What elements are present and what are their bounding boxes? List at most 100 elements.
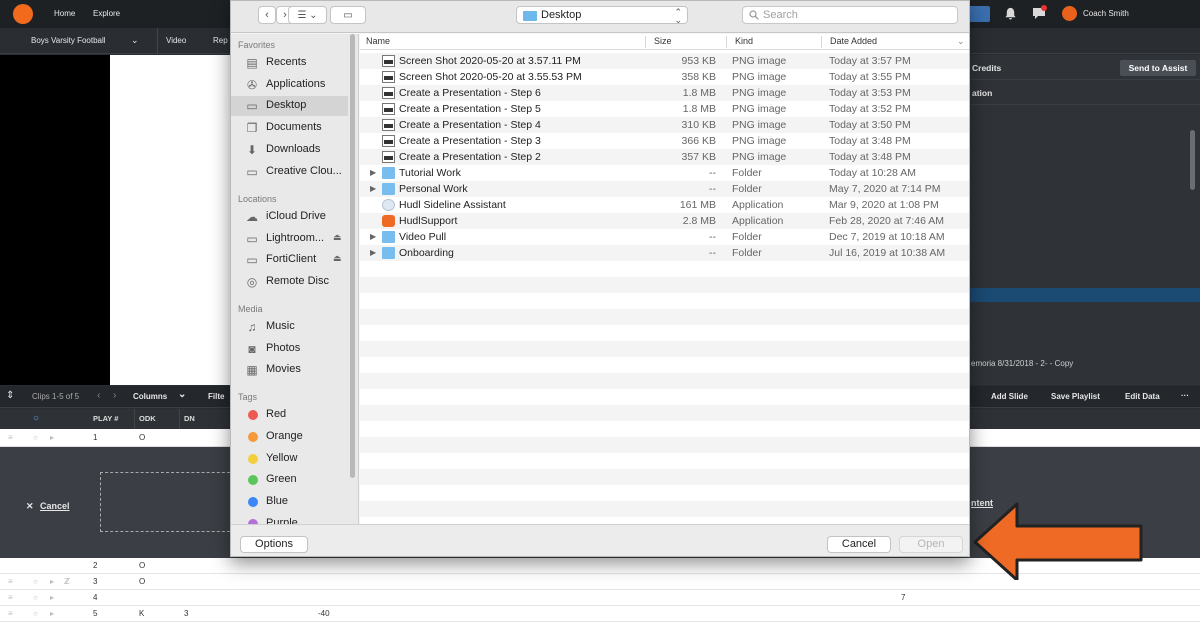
column-kind[interactable]: Kind <box>735 36 753 46</box>
sidebar-item-forticlient[interactable]: ▭ FortiClient ⏏ <box>231 250 348 270</box>
new-folder-button[interactable]: ▭ <box>330 6 366 24</box>
sidebar-tag-green[interactable]: Green <box>231 470 348 490</box>
sidebar-item-icloud[interactable]: ☁ iCloud Drive <box>231 207 348 227</box>
drag-handle-icon[interactable]: ≡ <box>8 606 13 622</box>
chevron-down-icon[interactable]: ⌄ <box>957 36 965 47</box>
tab-video[interactable]: Video <box>166 36 186 46</box>
tab-reports[interactable]: Rep <box>213 36 228 46</box>
sidebar-item-downloads[interactable]: ⬇ Downloads <box>231 140 348 160</box>
hudl-logo-icon[interactable] <box>13 4 33 24</box>
drag-handle-icon[interactable]: ≡ <box>8 590 13 606</box>
sidebar-item-desktop[interactable]: ▭ Desktop <box>231 96 348 116</box>
file-row[interactable]: Hudl Sideline Assistant 161 MB Application… <box>360 197 969 213</box>
file-row[interactable]: Create a Presentation - Step 5 1.8 MB PNG … <box>360 101 969 117</box>
drag-handle-icon[interactable]: ≡ <box>8 574 13 590</box>
add-slide-button[interactable]: Add Slide <box>991 392 1028 402</box>
file-row[interactable]: HudlSupport 2.8 MB Application Feb 28, 2020… <box>360 213 969 229</box>
nav-explore-link[interactable]: Explore <box>93 9 120 19</box>
options-button[interactable]: Options <box>240 536 308 553</box>
disclosure-triangle-icon[interactable]: ▶ <box>370 232 376 241</box>
column-date-added[interactable]: Date Added <box>830 36 877 46</box>
scrollbar[interactable] <box>350 34 355 478</box>
next-icon[interactable]: › <box>113 391 116 401</box>
play-icon[interactable]: ▸ <box>50 606 54 622</box>
disclosure-triangle-icon[interactable]: ▶ <box>370 248 376 257</box>
play-icon[interactable]: ▸ <box>50 574 54 590</box>
sidebar-item-movies[interactable]: ▦ Movies <box>231 360 348 380</box>
sidebar-item-remote-disc[interactable]: ◎ Remote Disc <box>231 272 348 292</box>
row-select-icon[interactable]: ○ <box>33 430 38 446</box>
columns-button[interactable]: Columns <box>133 392 167 402</box>
sidebar-tag-blue[interactable]: Blue <box>231 492 348 512</box>
file-date-added: Today at 3:55 PM <box>829 71 911 83</box>
row-select-icon[interactable]: ○ <box>33 590 38 606</box>
sidebar-tag-yellow[interactable]: Yellow <box>231 449 348 469</box>
back-button[interactable]: ‹ <box>258 6 276 24</box>
prev-icon[interactable]: ‹ <box>97 391 100 401</box>
column-size[interactable]: Size <box>654 36 672 46</box>
row-select-icon[interactable]: ○ <box>33 574 38 590</box>
play-icon[interactable]: ▸ <box>50 590 54 606</box>
row-select-icon[interactable]: ○ <box>33 606 38 622</box>
file-row[interactable]: ▶ Tutorial Work -- Folder Today at 10:28 AM <box>360 165 969 181</box>
file-row[interactable]: ▶ Personal Work -- Folder May 7, 2020 at 7:1… <box>360 181 969 197</box>
file-row[interactable]: Create a Presentation - Step 6 1.8 MB PNG … <box>360 85 969 101</box>
chevron-down-icon[interactable]: ⌄ <box>131 35 139 45</box>
location-select[interactable]: Desktop ⌃ ⌄ <box>516 6 688 25</box>
file-row[interactable]: Screen Shot 2020-05-20 at 3.57.11 PM 953 … <box>360 53 969 69</box>
search-input[interactable]: Search <box>742 6 958 24</box>
column-dn[interactable]: DN <box>184 409 195 429</box>
select-all-icon[interactable]: ○ <box>33 409 39 429</box>
column-name[interactable]: Name <box>366 36 390 46</box>
disclosure-triangle-icon[interactable]: ▶ <box>370 184 376 193</box>
close-icon[interactable]: ✕ <box>26 501 34 511</box>
send-to-assist-button[interactable]: Send to Assist <box>1120 60 1196 76</box>
team-selector[interactable]: Boys Varsity Football <box>31 36 106 46</box>
sidebar-tag-orange[interactable]: Orange <box>231 427 348 447</box>
sidebar-item-lightroom[interactable]: ▭ Lightroom... ⏏ <box>231 229 348 249</box>
drag-handle-icon[interactable]: ≡ <box>8 430 13 446</box>
sidebar-item-recents[interactable]: ▤ Recents <box>231 53 348 73</box>
filter-button[interactable]: Filte <box>208 392 224 402</box>
column-odk[interactable]: ODK <box>139 409 156 429</box>
view-mode-button[interactable]: ☰ ⌄ <box>288 6 327 24</box>
selected-clip-row[interactable] <box>970 288 1200 302</box>
file-row[interactable]: ▶ Onboarding -- Folder Jul 16, 2019 at 10:38… <box>360 245 969 261</box>
cancel-button[interactable]: Cancel <box>827 536 891 553</box>
disclosure-triangle-icon[interactable]: ▶ <box>370 168 376 177</box>
table-row[interactable]: ≡ ○ ▸ 5 K 3 -40 <box>0 606 1200 622</box>
sidebar-tag-red[interactable]: Red <box>231 405 348 425</box>
eject-icon[interactable]: ⏏ <box>333 253 342 264</box>
sidebar-item-applications[interactable]: ✇ Applications <box>231 75 348 95</box>
nav-home-link[interactable]: Home <box>54 9 75 19</box>
avatar[interactable] <box>1062 6 1077 21</box>
open-button[interactable]: Open <box>899 536 963 553</box>
edit-data-button[interactable]: Edit Data <box>1125 392 1160 402</box>
chevron-down-icon[interactable]: ⌄ <box>178 390 186 400</box>
column-play[interactable]: PLAY # <box>93 409 118 429</box>
drop-target[interactable] <box>100 472 235 532</box>
more-icon[interactable]: ··· <box>1181 391 1189 401</box>
file-row[interactable]: Screen Shot 2020-05-20 at 3.55.53 PM 358 … <box>360 69 969 85</box>
sort-icon[interactable]: ⇕ <box>6 391 14 401</box>
video-player[interactable] <box>0 55 110 385</box>
sidebar-item-music[interactable]: ♫ Music <box>231 317 348 337</box>
scrollbar[interactable] <box>1190 130 1195 190</box>
sidebar-item-photos[interactable]: ◙ Photos <box>231 339 348 359</box>
table-row[interactable]: ≡ ○ ▸ 4 7 <box>0 590 1200 606</box>
file-row[interactable]: Create a Presentation - Step 3 366 KB PNG … <box>360 133 969 149</box>
file-kind: PNG image <box>732 55 787 67</box>
video-frame <box>110 55 230 385</box>
sidebar-item-documents[interactable]: ❐ Documents <box>231 118 348 138</box>
sidebar-item-creative-cloud[interactable]: ▭ Creative Clou... <box>231 162 348 182</box>
file-row[interactable]: Create a Presentation - Step 2 357 KB PNG … <box>360 149 969 165</box>
save-playlist-button[interactable]: Save Playlist <box>1051 392 1100 402</box>
cancel-upload-link[interactable]: Cancel <box>40 501 70 511</box>
file-name: Create a Presentation - Step 4 <box>399 119 541 131</box>
eject-icon[interactable]: ⏏ <box>333 232 342 243</box>
bell-icon[interactable] <box>1004 7 1017 20</box>
play-icon[interactable]: ▸ <box>50 430 54 446</box>
coach-name[interactable]: Coach Smith <box>1083 9 1129 19</box>
file-row[interactable]: Create a Presentation - Step 4 310 KB PNG … <box>360 117 969 133</box>
file-row[interactable]: ▶ Video Pull -- Folder Dec 7, 2019 at 10:18 … <box>360 229 969 245</box>
